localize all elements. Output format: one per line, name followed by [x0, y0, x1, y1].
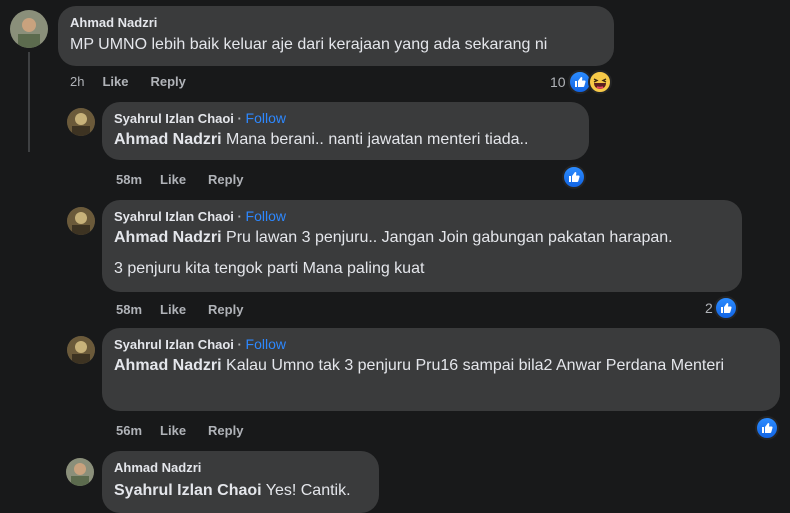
separator-dot: ·	[237, 337, 242, 352]
reply-body: Pru lawan 3 penjuru.. Jangan Join gabung…	[226, 229, 673, 246]
reply-text-line2: 3 penjuru kita tengok parti Mana paling …	[114, 260, 425, 277]
reply-actions: 58m Like Reply	[116, 172, 265, 187]
reaction-count: 2	[705, 300, 713, 316]
reaction-summary[interactable]	[562, 165, 586, 189]
timestamp[interactable]: 56m	[116, 423, 142, 438]
reply-author[interactable]: Syahrul Izlan Chaoi	[114, 337, 234, 352]
avatar[interactable]	[67, 207, 95, 235]
timestamp[interactable]: 58m	[116, 302, 142, 317]
thread-line	[28, 52, 30, 152]
avatar[interactable]	[66, 458, 94, 486]
comment-author[interactable]: Ahmad Nadzri	[70, 14, 602, 31]
reply-bubble: Syahrul Izlan Chaoi · Follow Ahmad Nadzr…	[102, 102, 589, 160]
reaction-summary[interactable]: 10	[550, 70, 612, 94]
reply-text: Ahmad Nadzri Mana berani.. nanti jawatan…	[114, 129, 577, 151]
like-button[interactable]: Like	[160, 172, 186, 187]
mention-link[interactable]: Ahmad Nadzri	[114, 131, 222, 148]
reply-author[interactable]: Syahrul Izlan Chaoi	[114, 209, 234, 224]
comment-bubble: Ahmad Nadzri MP UMNO lebih baik keluar a…	[58, 6, 614, 66]
like-icon	[755, 416, 779, 440]
like-button[interactable]: Like	[160, 302, 186, 317]
reply-button[interactable]: Reply	[208, 302, 243, 317]
reply-author[interactable]: Syahrul Izlan Chaoi	[114, 111, 234, 126]
timestamp[interactable]: 2h	[70, 74, 84, 89]
reply-text: Ahmad Nadzri Kalau Umno tak 3 penjuru Pr…	[114, 355, 754, 377]
timestamp[interactable]: 58m	[116, 172, 142, 187]
reply-bubble: Syahrul Izlan Chaoi · Follow Ahmad Nadzr…	[102, 328, 780, 411]
reply-author[interactable]: Ahmad Nadzri	[114, 459, 367, 476]
avatar[interactable]	[10, 10, 48, 48]
haha-icon	[587, 70, 612, 94]
comment-actions: 2h Like Reply	[70, 74, 208, 89]
like-icon	[562, 165, 586, 189]
reply-button[interactable]: Reply	[208, 423, 243, 438]
mention-link[interactable]: Syahrul Izlan Chaoi	[114, 482, 262, 499]
reaction-summary[interactable]	[755, 416, 779, 440]
separator-dot: ·	[237, 209, 242, 224]
reply-text: Syahrul Izlan Chaoi Yes! Cantik.	[114, 480, 367, 502]
reply-text: Ahmad Nadzri Pru lawan 3 penjuru.. Janga…	[114, 227, 730, 249]
reply-actions: 58m Like Reply	[116, 302, 265, 317]
reply-body: Kalau Umno tak 3 penjuru Pru16 sampai bi…	[226, 357, 725, 374]
reply-button[interactable]: Reply	[208, 172, 243, 187]
like-button[interactable]: Like	[102, 74, 128, 89]
reaction-count: 10	[550, 74, 566, 90]
reply-button[interactable]: Reply	[150, 74, 185, 89]
reply-actions: 56m Like Reply	[116, 423, 265, 438]
avatar[interactable]	[67, 108, 95, 136]
like-button[interactable]: Like	[160, 423, 186, 438]
mention-link[interactable]: Ahmad Nadzri	[114, 229, 222, 246]
reply-bubble: Syahrul Izlan Chaoi · Follow Ahmad Nadzr…	[102, 200, 742, 292]
separator-dot: ·	[237, 111, 242, 126]
follow-button[interactable]: Follow	[246, 208, 286, 224]
follow-button[interactable]: Follow	[246, 110, 286, 126]
follow-button[interactable]: Follow	[246, 336, 286, 352]
comment-text: MP UMNO lebih baik keluar aje dari keraj…	[70, 36, 548, 53]
reply-bubble: Ahmad Nadzri Syahrul Izlan Chaoi Yes! Ca…	[102, 451, 379, 513]
like-icon	[713, 296, 738, 320]
reply-body: Mana berani.. nanti jawatan menteri tiad…	[226, 131, 529, 148]
avatar[interactable]	[67, 336, 95, 364]
reply-body: Yes! Cantik.	[265, 482, 351, 499]
reaction-summary[interactable]: 2	[705, 296, 738, 320]
mention-link[interactable]: Ahmad Nadzri	[114, 357, 222, 374]
